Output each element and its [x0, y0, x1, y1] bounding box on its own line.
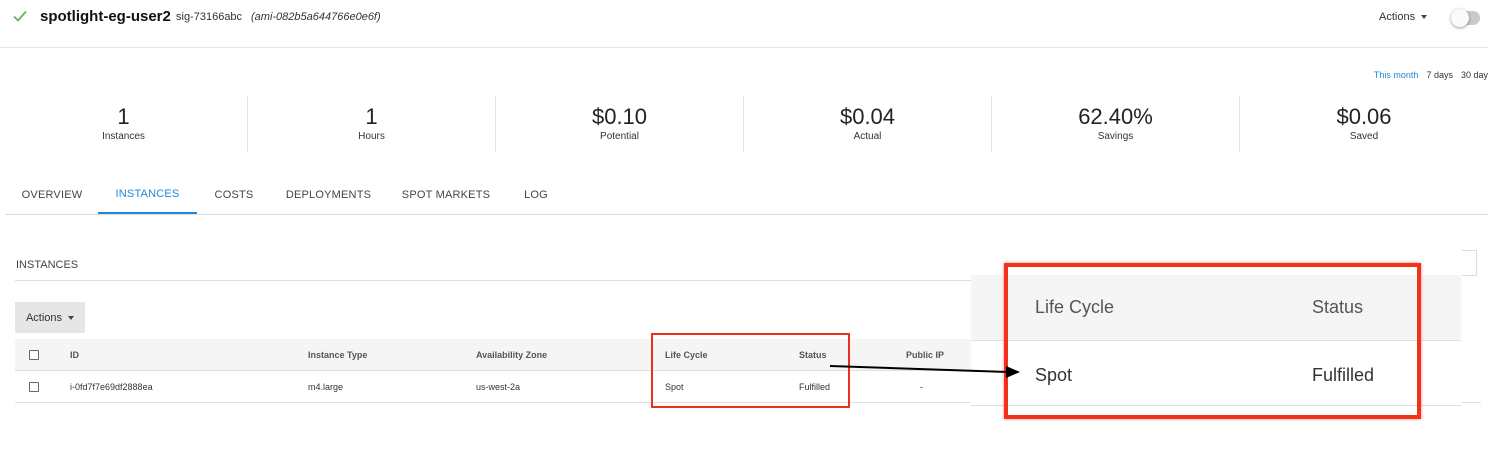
stat-savings: 62.40% Savings — [992, 96, 1240, 152]
caret-down-icon — [68, 315, 75, 320]
stat-label: Instances — [102, 131, 145, 142]
table-row-edge — [1461, 371, 1481, 403]
stat-value: 1 — [365, 104, 378, 129]
actions-button-label: Actions — [25, 311, 63, 324]
caret-down-icon — [1421, 15, 1428, 19]
search-box-edge[interactable] — [1462, 250, 1477, 276]
tab-deployments[interactable]: DEPLOYMENTS — [281, 176, 376, 214]
highlight-box-large — [1004, 263, 1421, 419]
section-title: INSTANCES — [16, 259, 79, 271]
stat-value: $0.10 — [591, 104, 648, 129]
row-checkbox[interactable] — [29, 382, 39, 392]
actions-dropdown-label: Actions — [1379, 11, 1416, 23]
stat-value: $0.04 — [839, 104, 896, 129]
section-divider — [15, 280, 975, 281]
public-ip: - — [920, 382, 923, 392]
stat-value: 1 — [117, 104, 130, 129]
period-this-month[interactable]: This month — [1374, 70, 1419, 80]
stats-bar: 1 Instances 1 Hours $0.10 Potential $0.0… — [0, 96, 1488, 152]
period-7-days[interactable]: 7 days — [1426, 70, 1453, 80]
group-id: sig-73166abc — [176, 11, 243, 23]
tab-bar: OVERVIEW INSTANCES COSTS DEPLOYMENTS SPO… — [5, 176, 1488, 215]
tab-spot-markets[interactable]: SPOT MARKETS — [399, 176, 493, 214]
stat-label: Savings — [1097, 131, 1134, 142]
stat-value: $0.06 — [1336, 104, 1392, 129]
stat-label: Potential — [600, 131, 639, 142]
toggle-knob — [1451, 9, 1469, 27]
group-name: spotlight-eg-user2 — [40, 8, 171, 25]
stat-label: Saved — [1349, 131, 1379, 142]
column-public-ip[interactable]: Public IP — [906, 339, 944, 371]
tab-log[interactable]: LOG — [517, 176, 555, 214]
select-all-checkbox[interactable] — [29, 350, 39, 360]
actions-dropdown[interactable]: Actions — [1379, 11, 1428, 23]
tab-costs[interactable]: COSTS — [205, 176, 263, 214]
tab-overview[interactable]: OVERVIEW — [9, 176, 95, 214]
column-instance-type[interactable]: Instance Type — [308, 339, 367, 371]
column-id[interactable]: ID — [70, 339, 79, 371]
check-icon — [13, 10, 27, 22]
column-availability-zone[interactable]: Availability Zone — [476, 339, 547, 371]
stat-value: 62.40% — [1078, 104, 1153, 129]
status-toggle[interactable] — [1451, 9, 1480, 27]
stat-saved: $0.06 Saved — [1240, 96, 1488, 152]
instance-type: m4.large — [308, 382, 344, 392]
stat-hours: 1 Hours — [248, 96, 496, 152]
ami-id: (ami-082b5a644766e0e6f) — [251, 11, 381, 23]
highlight-box-small — [651, 333, 850, 408]
tab-instances[interactable]: INSTANCES — [98, 176, 197, 214]
instance-id[interactable]: i-0fd7f7e69df2888ea — [70, 371, 153, 403]
stat-label: Actual — [853, 131, 882, 142]
stat-potential: $0.10 Potential — [496, 96, 744, 152]
period-30-days[interactable]: 30 day — [1461, 70, 1488, 80]
header-bar: spotlight-eg-user2 sig-73166abc (ami-082… — [0, 0, 1488, 48]
stat-actual: $0.04 Actual — [744, 96, 992, 152]
period-selector: This month 7 days 30 day — [1374, 70, 1488, 80]
stat-label: Hours — [358, 131, 385, 142]
stat-instances: 1 Instances — [0, 96, 248, 152]
actions-button[interactable]: Actions — [15, 302, 85, 333]
availability-zone: us-west-2a — [476, 382, 521, 392]
